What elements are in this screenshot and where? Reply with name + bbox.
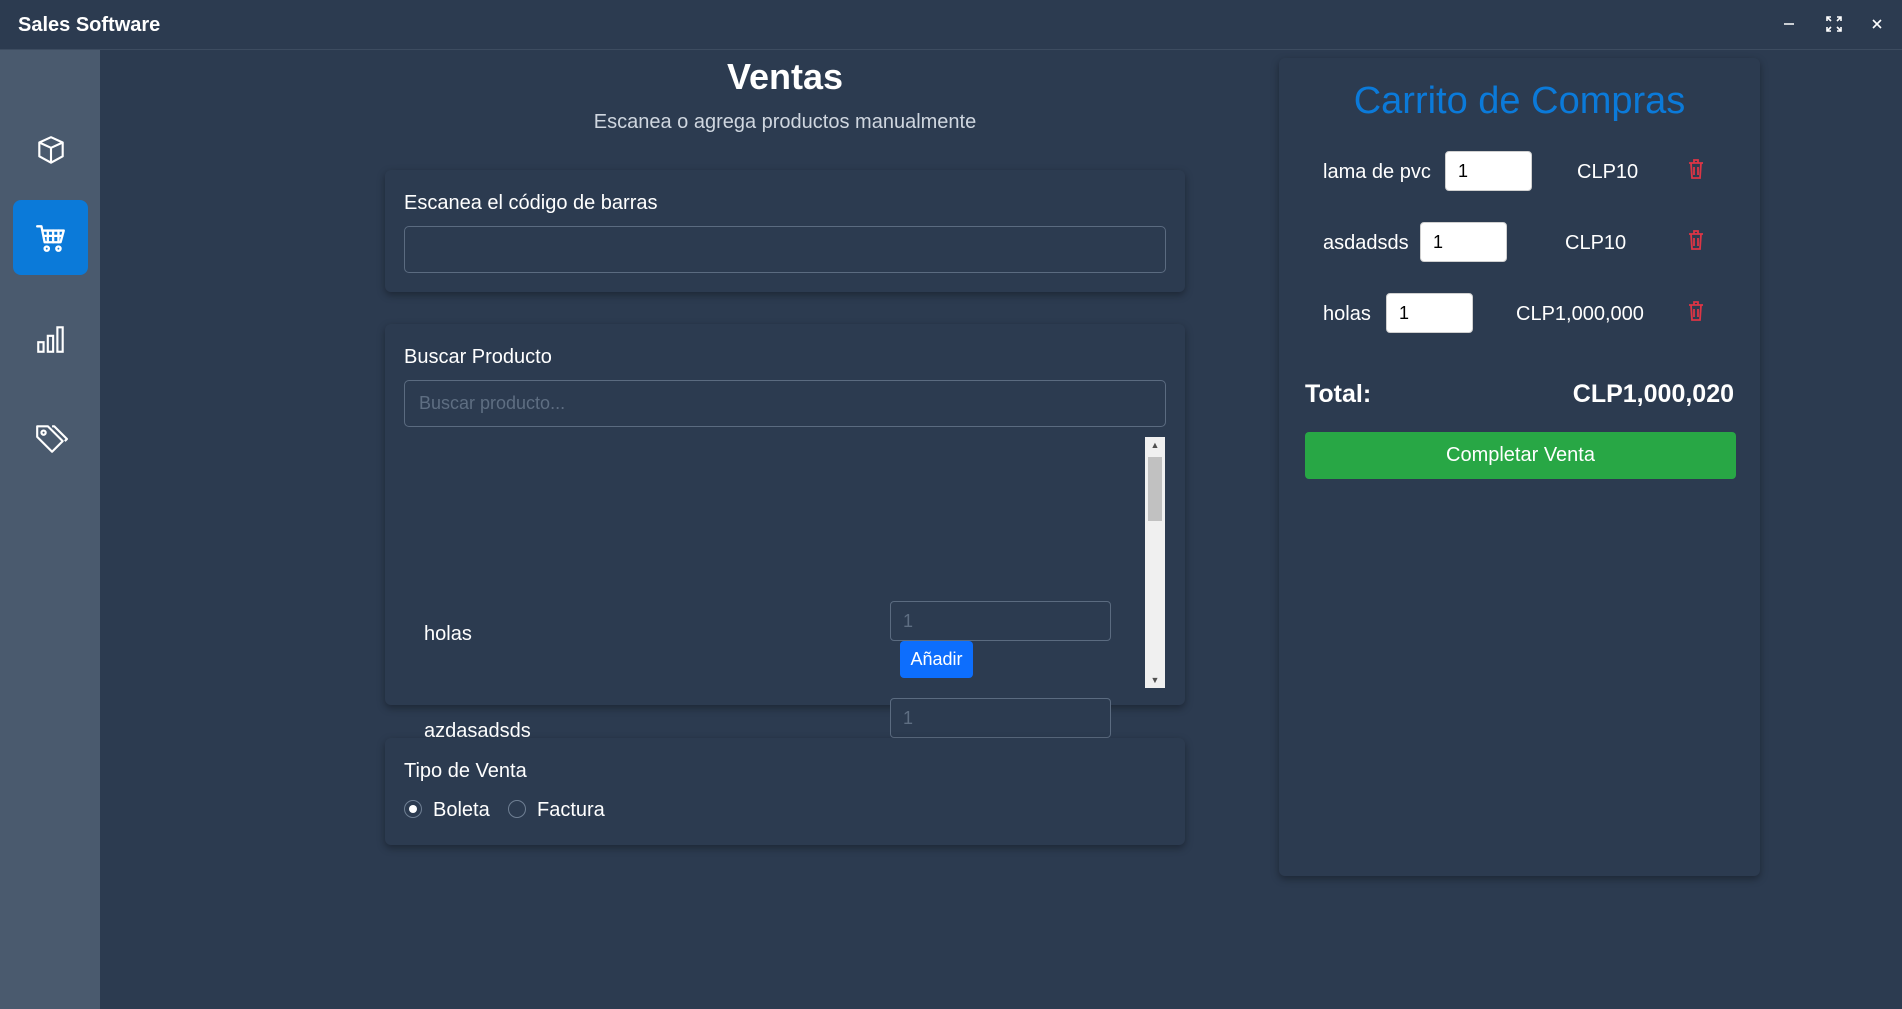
box-icon <box>37 135 64 164</box>
page-subtitle: Escanea o agrega productos manualmente <box>593 111 977 133</box>
sale-type-card: Tipo de Venta Boleta Factura <box>385 738 1185 845</box>
cart-item-price: CLP10 <box>1565 232 1627 254</box>
maximize-icon <box>1826 16 1842 32</box>
product-row: holas Añadir <box>404 591 1134 688</box>
close-button[interactable] <box>1862 10 1892 38</box>
sidebar-item-reports[interactable] <box>13 301 88 376</box>
cart-item: asdadsds CLP10 <box>1279 222 1760 266</box>
total-value: CLP1,000,020 <box>1572 380 1734 408</box>
sidebar <box>0 50 100 1009</box>
close-icon <box>1872 19 1882 29</box>
complete-sale-button[interactable]: Completar Venta <box>1305 432 1736 479</box>
radio-factura-label: Factura <box>537 799 605 821</box>
scroll-thumb[interactable] <box>1148 457 1162 521</box>
tags-icon <box>35 424 68 453</box>
maximize-button[interactable] <box>1819 10 1849 38</box>
product-name: holas <box>424 623 472 645</box>
barcode-card: Escanea el código de barras <box>385 170 1185 292</box>
cart-item-price: CLP10 <box>1577 161 1639 183</box>
search-input[interactable] <box>404 380 1166 427</box>
cart-item-qty[interactable] <box>1386 293 1473 333</box>
product-list-scrollbar[interactable]: ▲ ▼ <box>1145 437 1165 688</box>
product-qty-input[interactable] <box>890 698 1111 738</box>
cart-item-name: lama de pvc <box>1323 161 1431 183</box>
cart-item-qty[interactable] <box>1445 151 1532 191</box>
app-title: Sales Software <box>18 14 161 36</box>
scroll-down-arrow-icon[interactable]: ▼ <box>1145 672 1165 688</box>
cart-item-name: asdadsds <box>1323 232 1409 254</box>
barcode-label: Escanea el código de barras <box>404 192 658 214</box>
minimize-button[interactable] <box>1774 10 1804 38</box>
title-bar: Sales Software <box>0 0 1902 50</box>
total-label: Total: <box>1305 380 1372 408</box>
sidebar-item-tags[interactable] <box>13 401 88 476</box>
scroll-up-arrow-icon[interactable]: ▲ <box>1145 437 1165 453</box>
page-title: Ventas <box>726 56 844 97</box>
cart-icon <box>35 224 65 252</box>
radio-boleta[interactable] <box>404 800 422 818</box>
cart-panel: Carrito de Compras lama de pvc CLP10 asd… <box>1279 58 1760 876</box>
minimize-icon <box>1784 23 1794 25</box>
sidebar-item-products[interactable] <box>13 113 88 188</box>
barcode-input[interactable] <box>404 226 1166 273</box>
trash-icon[interactable] <box>1687 300 1705 322</box>
bar-chart-icon <box>36 325 64 353</box>
sidebar-item-sales[interactable] <box>13 200 88 275</box>
cart-item-price: CLP1,000,000 <box>1516 303 1644 325</box>
trash-icon[interactable] <box>1687 229 1705 251</box>
cart-item-name: holas <box>1323 303 1371 325</box>
sale-type-label: Tipo de Venta <box>404 760 527 782</box>
cart-item-qty[interactable] <box>1420 222 1507 262</box>
cart-title: Carrito de Compras <box>1353 80 1686 122</box>
trash-icon[interactable] <box>1687 158 1705 180</box>
radio-factura[interactable] <box>508 800 526 818</box>
product-qty-input[interactable] <box>890 601 1111 641</box>
add-button[interactable]: Añadir <box>900 641 973 678</box>
search-product-card: Buscar Producto holas Añadir azdasadsds … <box>385 324 1185 842</box>
radio-boleta-label: Boleta <box>433 799 490 821</box>
search-label: Buscar Producto <box>404 346 552 368</box>
cart-item: lama de pvc CLP10 <box>1279 151 1760 195</box>
cart-item: holas CLP1,000,000 <box>1279 293 1760 337</box>
